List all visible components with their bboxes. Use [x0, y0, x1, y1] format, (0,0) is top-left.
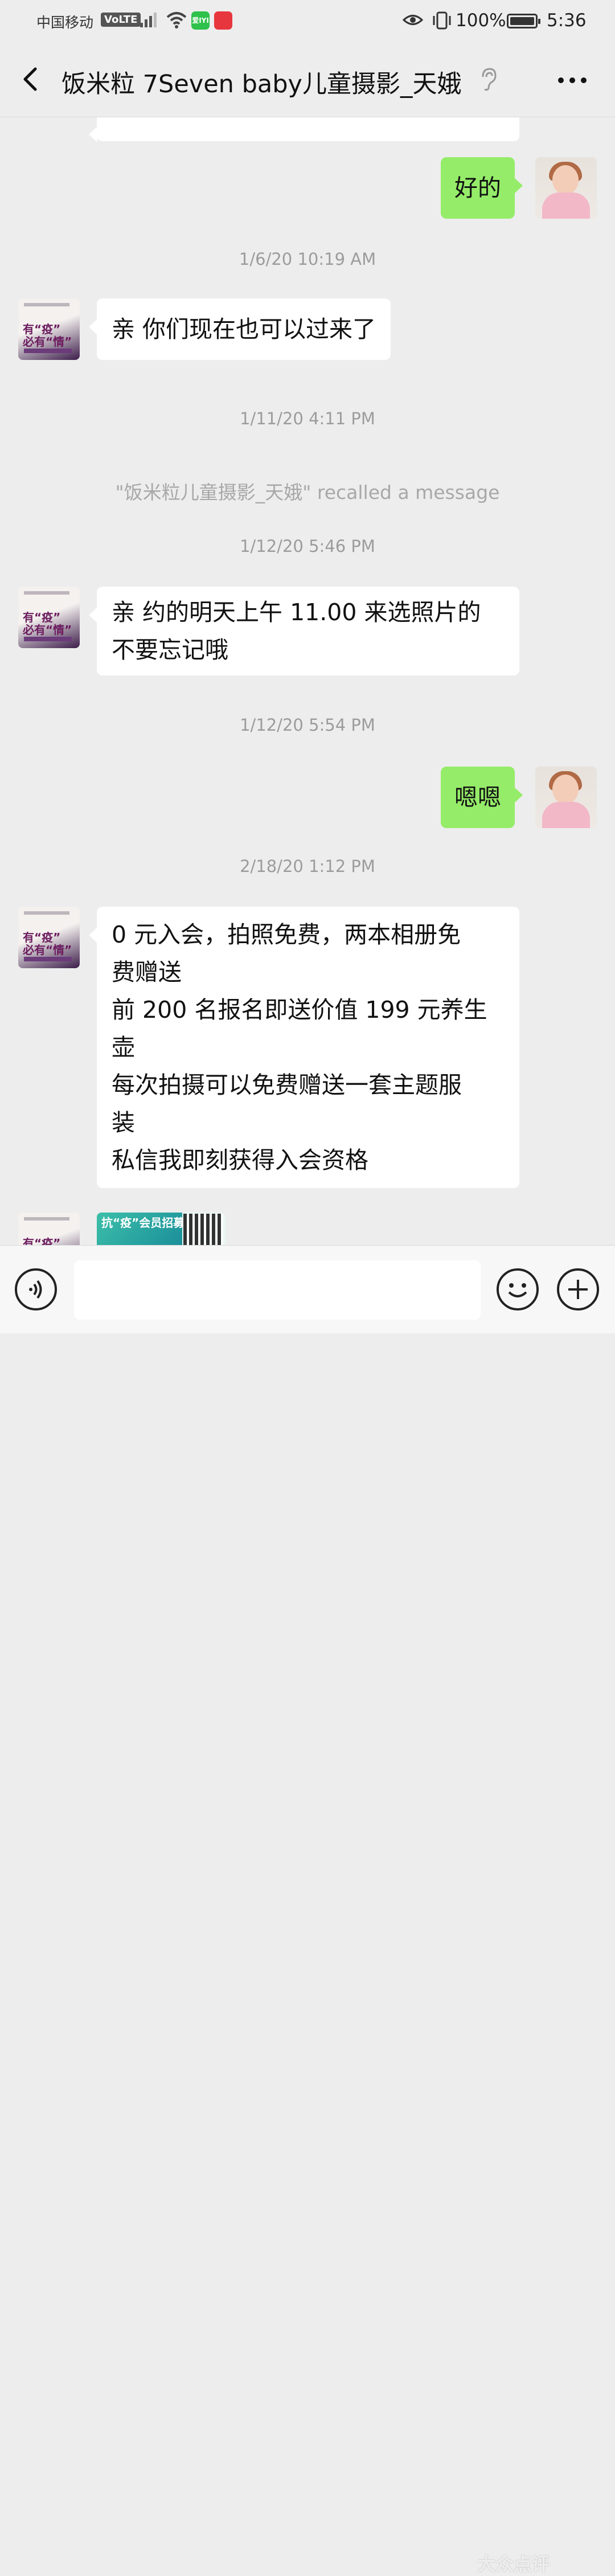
battery-icon	[507, 14, 540, 28]
signal-icon	[139, 11, 158, 31]
message-text: 亲 约的明天上午 11.00 来选照片的	[112, 599, 481, 626]
message-text: 嗯嗯	[454, 784, 501, 811]
plus-icon[interactable]	[557, 1268, 599, 1310]
message-text: 私信我即刻获得入会资格	[112, 1146, 368, 1174]
timestamp: 2/18/20 1:12 PM	[240, 857, 375, 876]
message-bubble-sent[interactable]: 好的	[441, 157, 523, 219]
timestamp: 1/6/20 10:19 AM	[239, 249, 376, 269]
contact-avatar[interactable]: 有“疫”必有“情”	[18, 907, 80, 968]
message-input[interactable]	[74, 1260, 481, 1320]
iqiyi-app-icon: 爱IYI	[191, 11, 210, 30]
watermark: 大众点评	[477, 2553, 551, 2575]
contact-avatar[interactable]: 有“疫”必有“情”	[18, 298, 80, 360]
timestamp: 1/12/20 5:54 PM	[240, 715, 375, 735]
avatar-text: 有“疫”	[23, 1236, 61, 1245]
wifi-icon	[165, 10, 188, 32]
avatar-text: 必有“情”	[23, 335, 72, 349]
message-text: 不要忘记哦	[112, 636, 228, 664]
recall-notice: "饭米粒儿童摄影_天娥" recalled a message	[115, 481, 500, 503]
input-bar: 大众点评	[0, 1245, 615, 2575]
message-bubble-received[interactable]: 0 元入会，拍照免费，两本相册免 费赠送 前 200 名报名即送价值 199 元…	[89, 907, 519, 1188]
eye-comfort-icon	[402, 13, 424, 30]
message-text: 亲 你们现在也可以过来了	[112, 316, 376, 343]
message-text: 每次拍摄可以免费赠送一套主题服	[112, 1071, 462, 1099]
message-text: 好的	[454, 174, 501, 202]
my-avatar[interactable]	[535, 767, 597, 828]
message-text: 0 元入会，拍照免费，两本相册免	[112, 921, 461, 948]
timestamp: 1/12/20 5:46 PM	[240, 537, 375, 556]
contact-avatar[interactable]: 有“疫”必有“情”	[18, 587, 80, 648]
message-text: 装	[112, 1109, 135, 1136]
avatar-text: 必有“情”	[23, 943, 72, 957]
message-text: 费赠送	[112, 959, 182, 986]
carrier-label: 中国移动	[36, 14, 94, 31]
clock: 5:36	[547, 10, 587, 31]
chat-header: 饭米粒 7Seven baby儿童摄影_天娥	[0, 43, 615, 117]
message-bubble-sent[interactable]: 嗯嗯	[441, 767, 523, 828]
message-bubble-received[interactable]: 亲 你们现在也可以过来了	[88, 298, 391, 360]
ear-icon	[478, 67, 498, 94]
emoji-icon[interactable]	[497, 1268, 539, 1310]
avatar-text: 必有“情”	[23, 623, 72, 637]
image-message[interactable]: 抗“疫”会员招募	[97, 1213, 226, 1245]
qr-code-image	[183, 1214, 223, 1245]
battery-percent: 100%	[456, 10, 506, 31]
message-text: 壶	[112, 1034, 135, 1061]
more-icon[interactable]	[555, 69, 589, 92]
message-bubble-received[interactable]: 亲 约的明天上午 11.00 来选照片的 不要忘记哦	[89, 587, 519, 675]
voice-icon[interactable]	[15, 1268, 57, 1310]
my-avatar[interactable]	[535, 157, 597, 219]
timestamp: 1/11/20 4:11 PM	[240, 409, 375, 428]
volte-badge: VoLTE	[101, 13, 141, 27]
back-arrow-icon[interactable]	[16, 62, 50, 96]
message-list[interactable]: 好的 1/6/20 10:19 AM 有“疫” 必有“情” 亲 你们现在也可以过来…	[0, 117, 615, 1245]
vibrate-icon	[432, 10, 452, 33]
status-bar: 中国移动 VoLTE 爱IYI 100% 5:36	[0, 0, 615, 43]
contact-avatar[interactable]: 有“疫”必有“情”	[18, 1213, 80, 1245]
notification-app-icon	[214, 11, 232, 30]
image-caption: 抗“疫”会员招募	[101, 1216, 185, 1230]
message-text: 前 200 名报名即送价值 199 元养生	[112, 996, 487, 1023]
message-bubble-partial[interactable]	[89, 117, 519, 142]
chat-title: 饭米粒 7Seven baby儿童摄影_天娥	[62, 70, 462, 99]
